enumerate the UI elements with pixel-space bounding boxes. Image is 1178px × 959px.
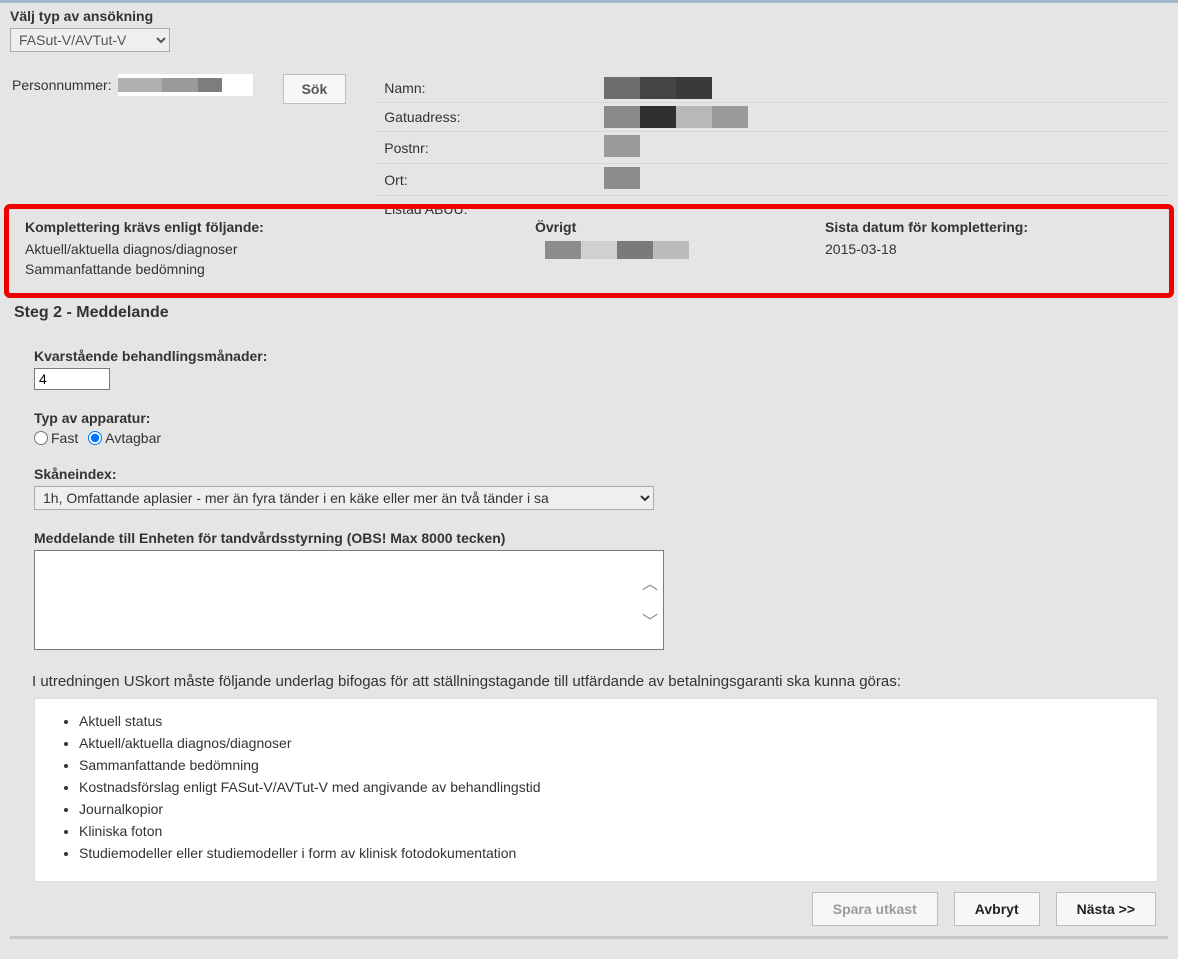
instructions-text: I utredningen USkort måste följande unde… <box>32 673 1158 690</box>
person-details-table: Namn: Gatuadress: <box>376 74 1168 222</box>
city-value <box>596 164 1168 196</box>
radio-fast[interactable]: Fast <box>34 430 78 446</box>
next-button[interactable]: Nästa >> <box>1056 892 1156 926</box>
skane-select[interactable]: 1h, Omfattande aplasier - mer än fyra tä… <box>34 486 654 510</box>
name-value <box>596 74 1168 103</box>
completion-required-box: Komplettering krävs enligt följande: Akt… <box>4 204 1174 298</box>
bullet-item: Journalkopior <box>79 801 1141 817</box>
radio-avtagbar[interactable]: Avtagbar <box>88 430 161 446</box>
postal-label: Postnr: <box>376 132 596 164</box>
attachments-required-box: Aktuell status Aktuell/aktuella diagnos/… <box>34 698 1158 882</box>
radio-avtagbar-input[interactable] <box>88 431 102 445</box>
skane-label: Skåneindex: <box>34 466 1158 482</box>
message-label: Meddelande till Enheten för tandvårdssty… <box>34 530 1158 546</box>
bullet-item: Studiemodeller eller studiemodeller i fo… <box>79 845 1141 861</box>
bullet-item: Kostnadsförslag enligt FASut-V/AVTut-V m… <box>79 779 1141 795</box>
apparatus-label: Typ av apparatur: <box>34 410 1158 426</box>
postal-value <box>596 132 1168 164</box>
bullet-item: Sammanfattande bedömning <box>79 757 1141 773</box>
months-input[interactable] <box>34 368 110 390</box>
message-textarea[interactable] <box>34 550 664 650</box>
bullet-item: Aktuell/aktuella diagnos/diagnoser <box>79 735 1141 751</box>
deadline-header: Sista datum för komplettering: <box>825 219 1153 235</box>
street-label: Gatuadress: <box>376 103 596 132</box>
app-type-label: Välj typ av ansökning <box>10 8 1168 24</box>
pnr-label: Personnummer: <box>12 77 112 93</box>
pnr-input[interactable] <box>118 74 253 96</box>
step-title: Steg 2 - Meddelande <box>14 304 1168 322</box>
bullet-item: Aktuell status <box>79 713 1141 729</box>
months-label: Kvarstående behandlingsmånader: <box>34 348 1158 364</box>
cancel-button[interactable]: Avbryt <box>954 892 1040 926</box>
search-button[interactable]: Sök <box>283 74 347 104</box>
name-label: Namn: <box>376 74 596 103</box>
komp-item-1: Aktuell/aktuella diagnos/diagnoser <box>25 241 515 257</box>
street-value <box>596 103 1168 132</box>
save-draft-button[interactable]: Spara utkast <box>812 892 938 926</box>
ovrigt-header: Övrigt <box>535 219 805 235</box>
radio-fast-input[interactable] <box>34 431 48 445</box>
bullet-item: Kliniska foton <box>79 823 1141 839</box>
app-type-select[interactable]: FASut-V/AVTut-V <box>10 28 170 52</box>
komp-item-2: Sammanfattande bedömning <box>25 261 515 277</box>
deadline-date: 2015-03-18 <box>825 241 1153 257</box>
komp-header: Komplettering krävs enligt följande: <box>25 219 515 235</box>
city-label: Ort: <box>376 164 596 196</box>
